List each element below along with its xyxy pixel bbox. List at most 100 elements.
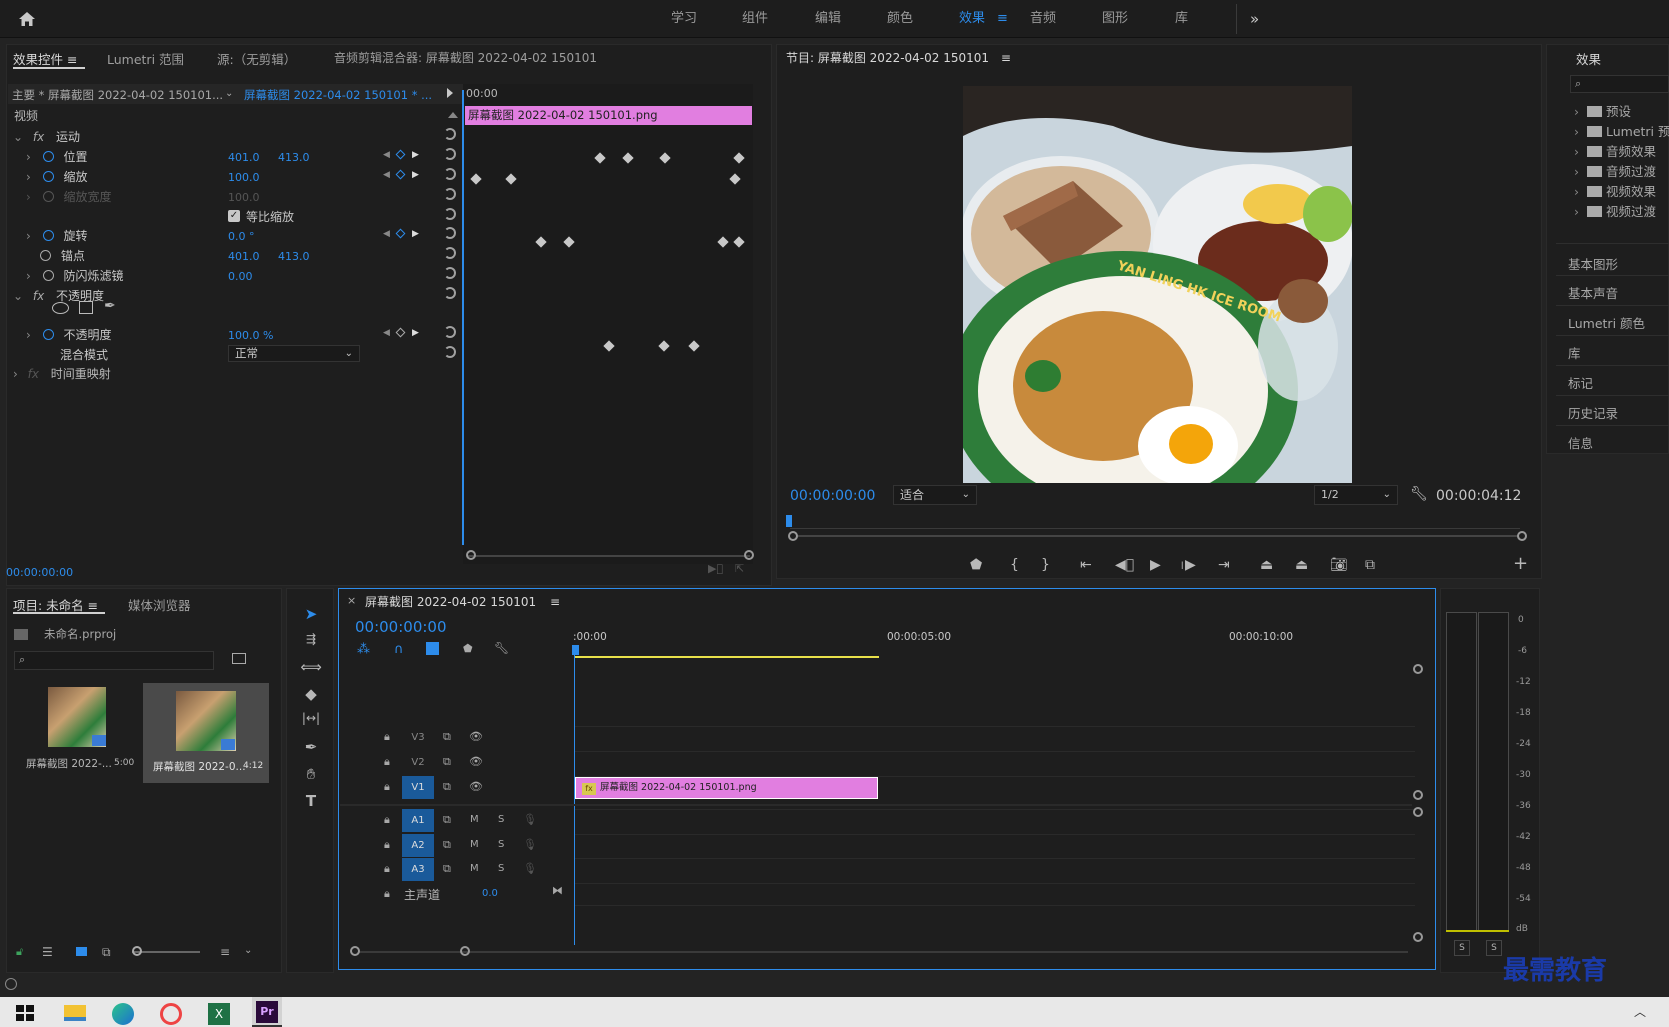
prev-keyframe-icon[interactable]: ◀ [383, 229, 390, 239]
tab-media-browser[interactable]: 媒体浏览器 [128, 595, 191, 614]
more-workspaces-icon[interactable]: » [1250, 0, 1259, 38]
workspace-editing[interactable]: 编辑 [815, 0, 841, 38]
panel-menu-icon[interactable]: ≡ [67, 52, 77, 67]
mute-button[interactable]: M [470, 863, 479, 874]
effects-folder[interactable]: › 预设 [1574, 101, 1631, 120]
solo-button[interactable]: S [498, 863, 504, 874]
sync-lock-icon[interactable]: ⧉ [443, 755, 451, 769]
timeline-playhead-head[interactable] [572, 645, 579, 655]
wrench-icon[interactable]: 🔧︎ [1410, 486, 1428, 502]
sort-icon[interactable]: ≡ [220, 945, 230, 959]
play-triangle-icon[interactable] [447, 88, 453, 98]
scroll-handle[interactable] [1517, 531, 1527, 541]
windows-start-icon[interactable] [16, 1005, 34, 1021]
reset-icon[interactable] [444, 326, 456, 338]
microphone-icon[interactable]: 🎙︎ [523, 813, 537, 826]
scroll-handle[interactable] [466, 550, 476, 560]
effects-folder[interactable]: › 视频过渡 [1574, 201, 1656, 220]
selection-tool-icon[interactable]: ➤ [300, 605, 322, 625]
clip-select[interactable]: 屏幕截图 2022-04-02 150101 * ... [244, 87, 432, 103]
next-keyframe-icon[interactable]: ▶ [412, 328, 419, 338]
reset-icon[interactable] [444, 168, 456, 180]
go-to-out-icon[interactable]: ⇥ [1218, 557, 1230, 573]
vscroll-handle[interactable] [1413, 807, 1423, 817]
freeform-view-icon[interactable]: ⧉ [102, 945, 111, 960]
vscroll-handle[interactable] [1413, 664, 1423, 674]
sync-lock-icon[interactable]: ⧉ [443, 838, 451, 852]
linked-selection-icon[interactable] [426, 642, 439, 655]
lock-icon[interactable]: 🔒︎ [384, 755, 390, 769]
track-target[interactable]: A2 [402, 834, 434, 857]
lock-icon[interactable]: 🔒︎ [384, 838, 390, 852]
add-keyframe-icon[interactable] [395, 169, 406, 180]
reset-icon[interactable] [444, 267, 456, 279]
solo-button[interactable]: S [498, 839, 504, 850]
reset-icon[interactable] [444, 208, 456, 220]
vscroll-handle[interactable] [1413, 790, 1423, 800]
program-playhead[interactable] [786, 515, 792, 527]
lock-icon[interactable]: 🔒︎ [384, 862, 390, 876]
nest-toggle-icon[interactable]: ⁂ [357, 642, 370, 657]
panel-menu-icon[interactable]: ≡ [88, 598, 98, 613]
effects-folder[interactable]: › 音频效果 [1574, 141, 1656, 160]
project-search[interactable]: ⌕ [14, 651, 214, 670]
track-target[interactable]: V2 [402, 751, 434, 774]
master-volume[interactable]: 0.0 [482, 888, 498, 899]
prev-keyframe-icon[interactable]: ◀ [383, 328, 390, 338]
tray-chevron-icon[interactable]: ︿ [1634, 1003, 1646, 1020]
mark-in-icon[interactable]: { [1010, 557, 1019, 573]
list-view-icon[interactable]: ☰ [42, 945, 53, 959]
reset-icon[interactable] [444, 247, 456, 259]
ripple-edit-tool-icon[interactable]: ⟺ [300, 658, 322, 678]
program-timecode[interactable]: 00:00:00:00 [790, 488, 875, 504]
slip-tool-icon[interactable]: |↔| [300, 711, 322, 731]
lock-icon[interactable]: 🔒︎ [384, 730, 390, 744]
paint-icon[interactable] [160, 1003, 182, 1025]
play-icon[interactable]: ▶ [1150, 557, 1161, 573]
next-keyframe-icon[interactable]: ▶ [412, 150, 419, 160]
panel-markers[interactable]: 标记 [1568, 373, 1593, 392]
scroll-handle[interactable] [744, 550, 754, 560]
solo-button[interactable]: S [498, 814, 504, 825]
sync-lock-icon[interactable]: ⧉ [443, 780, 451, 794]
project-item-selected[interactable]: 屏幕截图 2022-0... 4:12 [143, 683, 269, 783]
close-icon[interactable]: × [347, 594, 356, 607]
zoom-slider[interactable] [132, 951, 200, 953]
next-keyframe-icon[interactable]: ▶ [412, 170, 419, 180]
comparison-view-icon[interactable]: ⧉ [1365, 557, 1375, 573]
eye-icon[interactable]: 👁︎ [469, 755, 483, 768]
next-keyframe-icon[interactable]: ▶ [412, 229, 419, 239]
lock-icon[interactable]: 🔒︎ [384, 887, 390, 901]
ec-timecode[interactable]: 00:00:00:00 [6, 566, 73, 579]
tab-source[interactable]: 源:（无剪辑） [217, 49, 296, 68]
workspace-color[interactable]: 颜色 [887, 0, 913, 38]
reset-icon[interactable] [444, 188, 456, 200]
step-forward-icon[interactable]: ⃓▶ [1185, 557, 1196, 573]
snap-icon[interactable]: ∩ [394, 642, 404, 657]
track-target[interactable]: V3 [402, 726, 434, 749]
sync-lock-icon[interactable]: ⧉ [443, 813, 451, 827]
mute-button[interactable]: M [470, 814, 479, 825]
lock-icon[interactable]: 🔓︎ [16, 945, 23, 959]
workspace-menu-icon[interactable]: ≡ [997, 0, 1008, 38]
pen-tool-icon[interactable]: ✒ [300, 738, 322, 758]
excel-icon[interactable]: X [208, 1003, 230, 1025]
export-icon[interactable]: ⇱ [735, 562, 744, 575]
video-preview[interactable]: YAN LING HK ICE ROOM [963, 86, 1352, 483]
solo-right-button[interactable]: S [1486, 940, 1502, 956]
workspace-learn[interactable]: 学习 [671, 0, 697, 38]
edge-icon[interactable] [112, 1003, 134, 1025]
hscroll-handle[interactable] [460, 946, 470, 956]
file-explorer-icon[interactable] [64, 1005, 86, 1021]
vscroll-handle[interactable] [1413, 932, 1423, 942]
lift-icon[interactable]: ⏏ [1260, 557, 1273, 573]
panel-menu-icon[interactable]: ≡ [1001, 51, 1011, 65]
track-target[interactable]: A3 [402, 858, 434, 881]
scroll-handle[interactable] [788, 531, 798, 541]
work-area-bar[interactable] [575, 656, 879, 658]
reset-icon[interactable] [444, 148, 456, 160]
chevron-down-icon[interactable]: ⌄ [225, 88, 233, 99]
track-target[interactable]: V1 [402, 776, 434, 799]
filter-icon[interactable]: ▶⃓ [708, 562, 723, 575]
track-select-tool-icon[interactable]: ⇶ [300, 632, 322, 652]
